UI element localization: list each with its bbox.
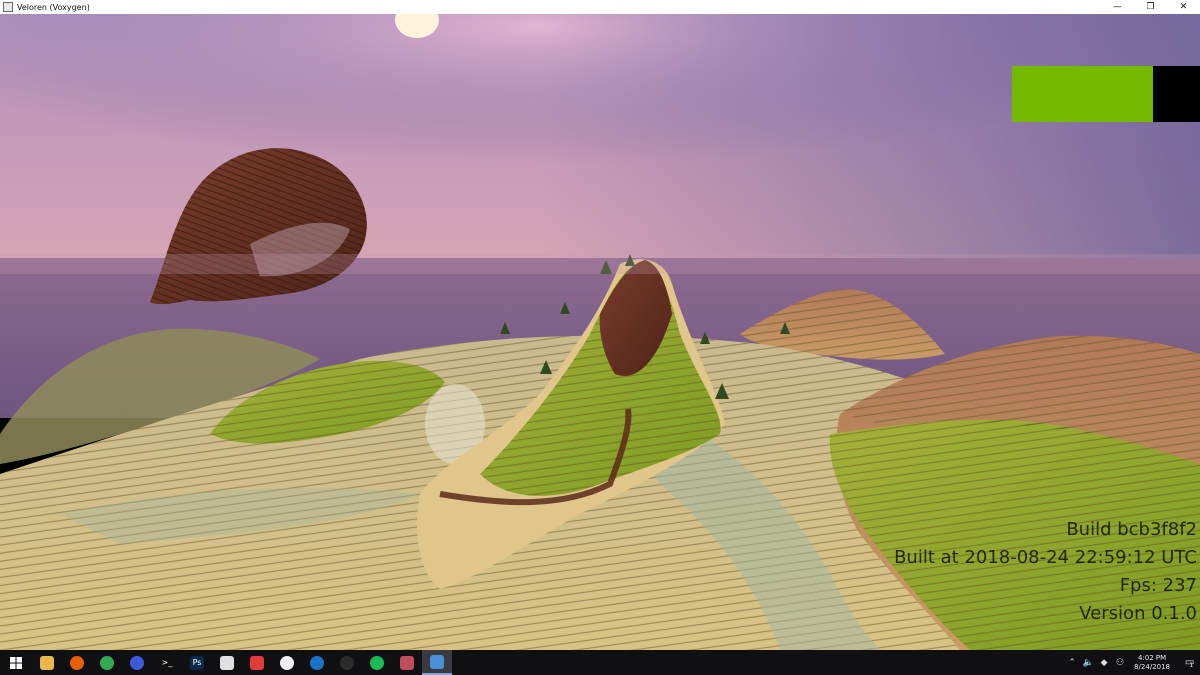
heart-app-icon [250, 655, 264, 670]
overwatch-icon [280, 655, 294, 670]
terminal-icon: >_ [160, 655, 174, 670]
taskbar-apps: >_ Ps [32, 650, 452, 675]
window-title-bar: Veloren (Voxygen) — ❐ ✕ [0, 0, 1200, 14]
taskbar-app-alien-app[interactable] [332, 650, 362, 675]
taskbar-app-snipping-tool[interactable] [392, 650, 422, 675]
taskbar-app-chrome[interactable] [92, 650, 122, 675]
hud-debug-info: Build bcb3f8f2 Built at 2018-08-24 22:59… [894, 516, 1197, 628]
taskbar-app-terminal[interactable]: >_ [152, 650, 182, 675]
network-icon[interactable]: ⚇ [1114, 650, 1126, 675]
minimize-button[interactable]: — [1101, 0, 1134, 14]
restore-button[interactable]: ❐ [1134, 0, 1167, 14]
game-viewport[interactable]: Build bcb3f8f2 Built at 2018-08-24 22:59… [0, 14, 1200, 650]
close-button[interactable]: ✕ [1167, 0, 1200, 14]
taskbar-app-firefox-dev[interactable] [122, 650, 152, 675]
volume-icon[interactable]: 🔈 [1082, 650, 1094, 675]
windows-logo-icon [10, 656, 22, 669]
spotify-icon [370, 655, 384, 670]
build-label: Build bcb3f8f2 [1066, 519, 1197, 540]
veloren-window-icon [430, 654, 444, 669]
twitch-icon [220, 655, 234, 670]
system-tray: ⌃ 🔈 ◆ ⚇ 4:02 PM 8/24/2018 ▭ 1 [1064, 650, 1200, 675]
taskbar-app-overwatch[interactable] [272, 650, 302, 675]
firefox-icon [70, 655, 84, 670]
alien-app-icon [340, 655, 354, 670]
firefox-dev-icon [130, 655, 144, 670]
clock-date: 8/24/2018 [1134, 662, 1170, 671]
fps-label: Fps: 237 [1119, 575, 1197, 596]
taskbar-app-twitch[interactable] [212, 650, 242, 675]
taskbar-app-file-explorer[interactable] [32, 650, 62, 675]
clock-time: 4:02 PM [1137, 653, 1167, 662]
snipping-tool-icon [400, 655, 414, 670]
app-window-icon [3, 2, 13, 12]
taskbar-clock[interactable]: 4:02 PM 8/24/2018 [1134, 654, 1170, 672]
hud-bar-empty [1153, 66, 1200, 122]
tray-chevron-icon[interactable]: ⌃ [1066, 650, 1078, 675]
window-title: Veloren (Voxygen) [17, 2, 90, 12]
taskbar-app-firefox[interactable] [62, 650, 92, 675]
taskbar-app-veloren-window[interactable] [422, 650, 452, 675]
hud-bar-fill [1012, 66, 1153, 122]
chrome-icon [100, 655, 114, 670]
taskbar-app-photoshop[interactable]: Ps [182, 650, 212, 675]
notification-count: 1 [1189, 662, 1194, 669]
version-label: Version 0.1.0 [1079, 603, 1197, 624]
steam-icon [310, 655, 324, 670]
windows-taskbar: >_ Ps ⌃ 🔈 ◆ ⚇ 4:02 PM 8/24/2018 ▭ 1 [0, 650, 1200, 675]
window-controls: — ❐ ✕ [1101, 0, 1200, 14]
start-button[interactable] [0, 650, 32, 675]
photoshop-icon: Ps [190, 655, 204, 670]
file-explorer-icon [40, 655, 54, 670]
action-center-button[interactable]: ▭ 1 [1178, 650, 1200, 675]
taskbar-app-spotify[interactable] [362, 650, 392, 675]
taskbar-app-heart-app[interactable] [242, 650, 272, 675]
taskbar-app-steam[interactable] [302, 650, 332, 675]
built-at-label: Built at 2018-08-24 22:59:12 UTC [894, 547, 1197, 568]
hud-energy-bar [1012, 66, 1200, 122]
dropbox-icon[interactable]: ◆ [1098, 650, 1110, 675]
